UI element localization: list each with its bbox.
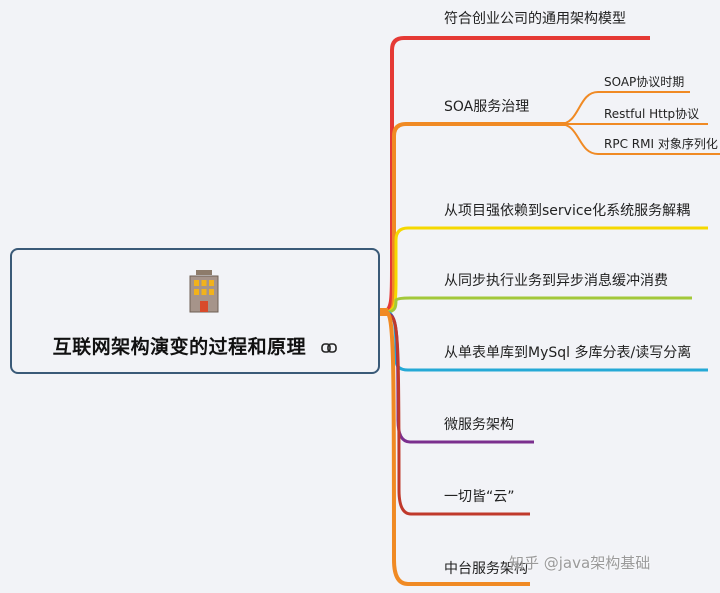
watermark: 知乎 @java架构基础 [509,554,651,572]
branch-1-label[interactable]: 符合创业公司的通用架构模型 [444,8,626,28]
trunk-junction [380,308,388,316]
soa-child-2-label[interactable]: Restful Http协议 [604,105,699,122]
office-building-icon [189,270,219,313]
branch-6-label[interactable]: 微服务架构 [444,414,514,434]
link-icon[interactable] [321,342,338,354]
root-node[interactable]: 互联网架构演变的过程和原理 [10,248,380,374]
branch-4-label[interactable]: 从同步执行业务到异步消息缓冲消费 [444,270,668,290]
connector-branch-4 [385,296,692,314]
root-title: 互联网架构演变的过程和原理 [52,336,307,358]
soa-child-1-label[interactable]: SOAP协议时期 [604,73,684,90]
branch-5-label[interactable]: 从单表单库到MySql 多库分表/读写分离 [444,342,691,362]
branch-2-label[interactable]: SOA服务治理 [444,96,529,116]
branch-3-label[interactable]: 从项目强依赖到service化系统服务解耦 [444,200,690,220]
soa-child-3-label[interactable]: RPC RMI 对象序列化 [604,135,718,152]
branch-7-label[interactable]: 一切皆“云” [444,486,515,506]
